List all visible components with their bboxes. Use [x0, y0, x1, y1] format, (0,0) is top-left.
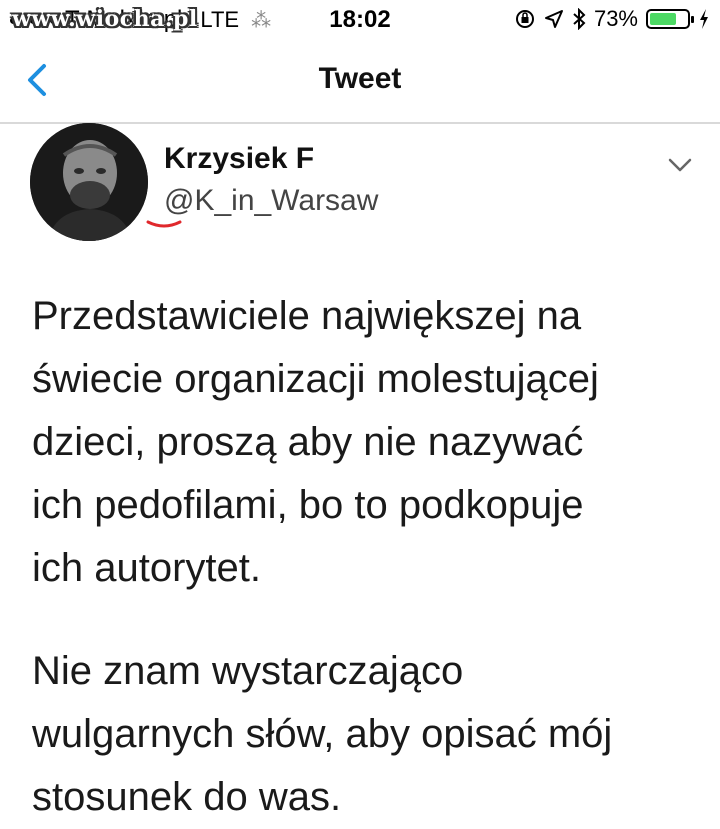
battery-fill: [650, 13, 676, 25]
charging-icon: [700, 9, 708, 29]
chevron-down-icon: [668, 158, 692, 172]
status-bar-right: 73%: [514, 6, 710, 32]
author-avatar[interactable]: [30, 123, 148, 241]
status-bar: T-Mobile.pl LTE ⁂ www.wiocha.pl 18:02 73…: [0, 0, 720, 44]
battery-percent: 73%: [593, 6, 638, 31]
author-handle[interactable]: @K_in_Warsaw: [164, 184, 378, 218]
tweet-paragraph: Przedstawiciele największej na świecie o…: [32, 294, 599, 590]
navigation-bar: Tweet: [0, 44, 720, 124]
author-name[interactable]: Krzysiek F: [164, 142, 314, 176]
bluetooth-icon: [573, 8, 586, 30]
battery-icon: [646, 9, 694, 29]
orientation-lock-icon: [515, 10, 534, 28]
tweet-paragraph: Nie znam wystarczająco wulgarnych słów, …: [32, 649, 613, 819]
tweet-menu-button[interactable]: [660, 148, 700, 180]
location-icon: [544, 10, 563, 28]
red-underline-mark: [146, 220, 182, 228]
page-title: Tweet: [318, 62, 402, 95]
avatar-photo: [30, 123, 148, 241]
